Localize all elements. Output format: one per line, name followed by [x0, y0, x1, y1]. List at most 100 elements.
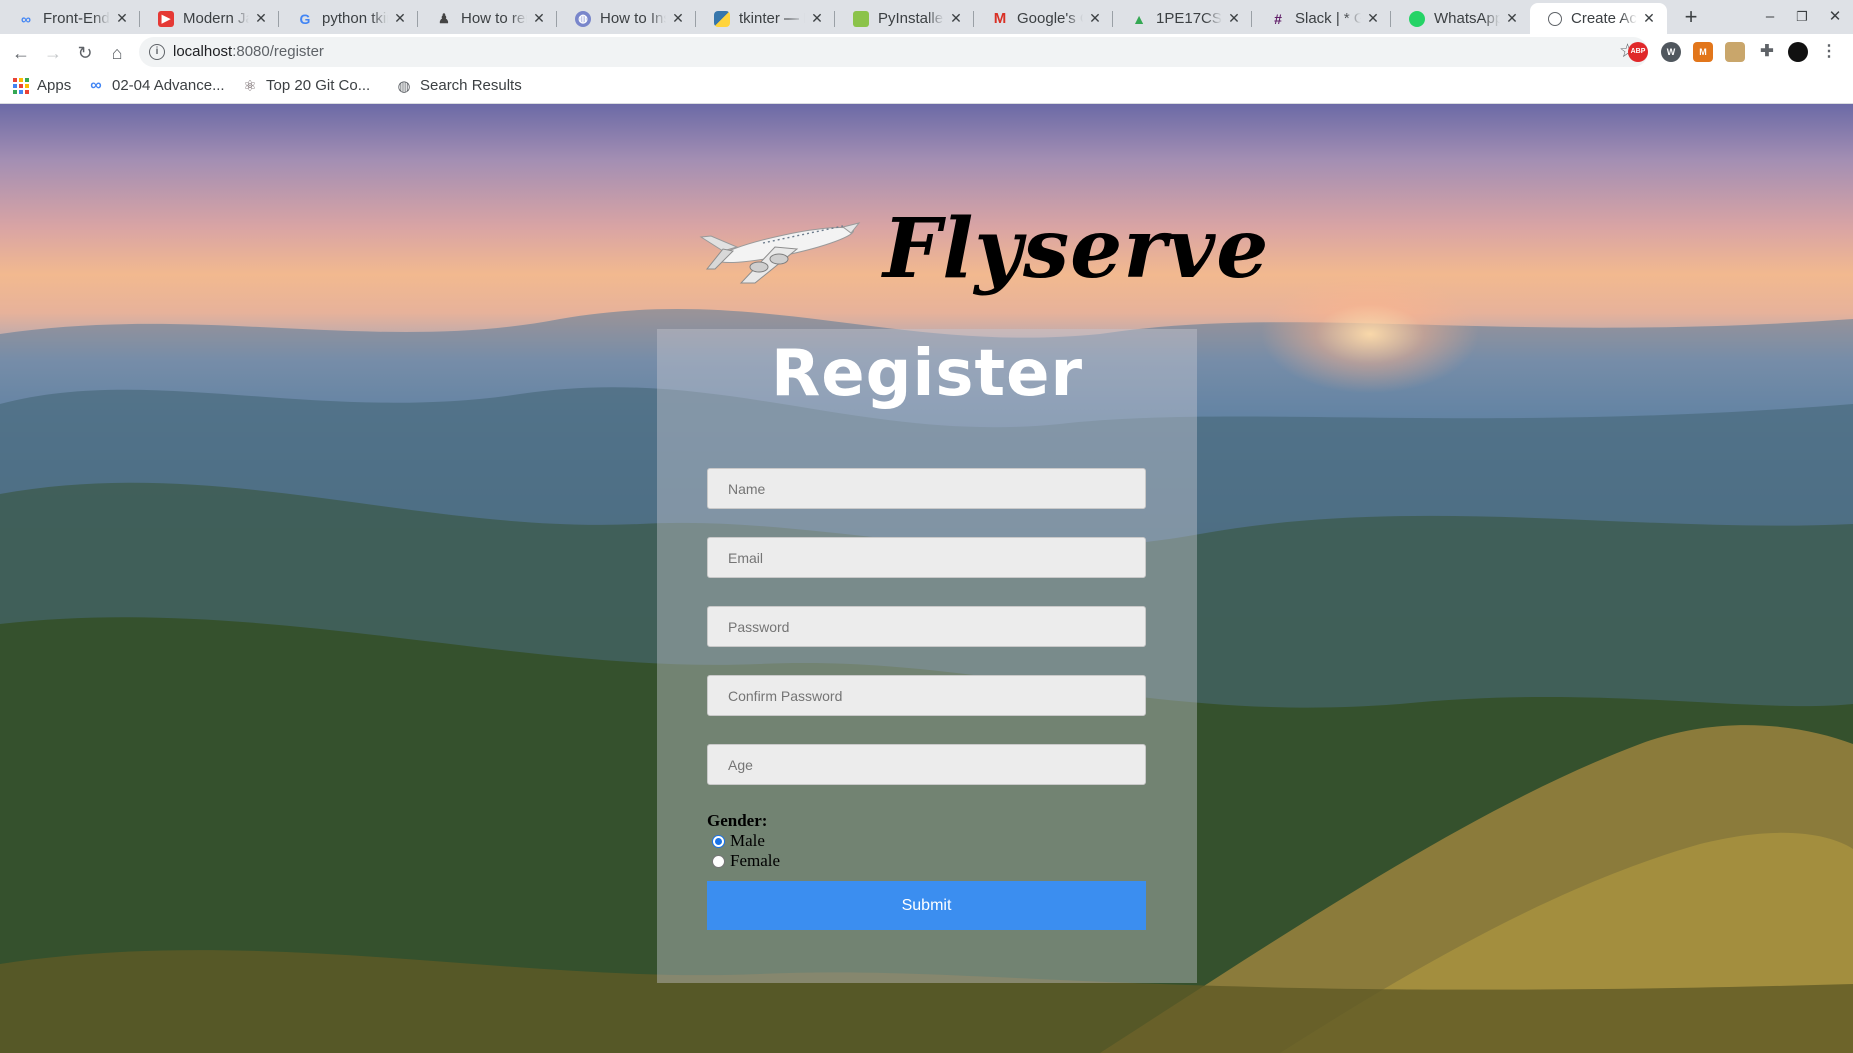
tab-title: How to Install [600, 10, 666, 27]
apps-grid-icon [13, 77, 29, 94]
close-icon[interactable]: ✕ [1641, 10, 1657, 27]
globe-icon: ◍ [575, 10, 591, 27]
info-icon[interactable]: i [149, 44, 165, 60]
bookmark-item[interactable]: ∞ 02-04 Advance... [88, 76, 225, 95]
gender-group: Gender: Male Female [707, 811, 780, 871]
register-form: Register Gender: Male Female Submit [657, 329, 1197, 983]
tab-title: tkinter — Python [739, 10, 805, 27]
tab-title: Front-End Deve [43, 10, 110, 27]
close-icon[interactable]: ✕ [531, 10, 547, 27]
tab-strip: ∞ Front-End Deve ✕ ▶ Modern JavaScript ✕… [0, 0, 1853, 34]
tab[interactable]: ♟ How to remove ✕ [418, 3, 557, 34]
tab-title: Modern JavaScript [183, 10, 249, 27]
profile-avatar-icon[interactable] [1788, 42, 1808, 62]
globe-icon [1548, 11, 1562, 26]
infinity-icon: ∞ [21, 10, 31, 27]
gender-option-female[interactable]: Female [707, 851, 780, 871]
url-text[interactable]: localhost:8080/register [173, 43, 324, 60]
confirm-password-input[interactable] [707, 675, 1146, 716]
tab[interactable]: ▲ 1PE17CS024 ✕ [1113, 3, 1252, 34]
bookmark-label: Top 20 Git Co... [266, 77, 371, 94]
close-icon[interactable]: ✕ [670, 10, 686, 27]
address-bar[interactable]: i localhost:8080/register ☆ [139, 37, 1648, 67]
menu-kebab-icon[interactable]: ⋮ [1819, 42, 1839, 62]
back-button[interactable]: ← [8, 40, 34, 66]
tab[interactable]: G python tkinter ✕ [279, 3, 418, 34]
tab[interactable]: ∞ Front-End Deve ✕ [0, 3, 140, 34]
tab[interactable]: ▶ Modern JavaScript ✕ [140, 3, 279, 34]
reload-button[interactable]: ↻ [72, 40, 98, 66]
close-icon[interactable]: ✕ [948, 10, 964, 27]
tab-title: How to remove [461, 10, 527, 27]
bookmark-item[interactable]: ◍ Search Results [396, 77, 522, 95]
sun-glow [1260, 274, 1480, 394]
age-input[interactable] [707, 744, 1146, 785]
airplane-icon [699, 222, 861, 284]
email-input[interactable] [707, 537, 1146, 578]
tab-active[interactable]: Create Account ✕ [1530, 3, 1667, 34]
close-window-button[interactable]: ✕ [1820, 6, 1850, 28]
close-icon[interactable]: ✕ [1365, 10, 1381, 27]
tab[interactable]: PyInstaller ✕ [835, 3, 974, 34]
python-icon [714, 10, 730, 27]
tab-title: Create Account [1571, 10, 1637, 27]
tab[interactable]: M Google's Cloud ✕ [974, 3, 1113, 34]
tab[interactable]: # Slack | * General ✕ [1252, 3, 1391, 34]
close-icon[interactable]: ✕ [253, 10, 269, 27]
infinity-icon: ∞ [90, 76, 102, 94]
page-title: Register [770, 337, 1084, 411]
gmail-icon: M [993, 10, 1007, 27]
new-tab-button[interactable]: + [1677, 5, 1705, 29]
close-icon[interactable]: ✕ [114, 10, 130, 27]
close-icon[interactable]: ✕ [1504, 10, 1520, 27]
home-button[interactable]: ⌂ [104, 40, 130, 66]
close-icon[interactable]: ✕ [1226, 10, 1242, 27]
gender-label: Gender: [707, 811, 768, 830]
tab[interactable]: ◍ How to Install ✕ [557, 3, 696, 34]
submit-button[interactable]: Submit [707, 881, 1146, 930]
close-icon[interactable]: ✕ [809, 10, 825, 27]
tab-title: 1PE17CS024 [1156, 10, 1222, 27]
browser-toolbar: ← → ↻ ⌂ i localhost:8080/register ☆ ABP … [0, 34, 1853, 70]
bookmark-label: Apps [37, 77, 72, 94]
radio-male[interactable] [712, 834, 725, 848]
bookmark-label: 02-04 Advance... [112, 77, 225, 94]
slack-icon: # [1274, 10, 1282, 27]
wordpress-icon[interactable]: W [1661, 42, 1681, 62]
tab[interactable]: tkinter — Python ✕ [696, 3, 835, 34]
url-host: localhost [173, 43, 233, 60]
page-viewport: Flyserve Register Gender: Male Female Su… [0, 104, 1853, 1053]
google-icon: G [299, 10, 311, 27]
bookmark-item[interactable]: ⚛ Top 20 Git Co... [242, 77, 371, 95]
youtube-icon: ▶ [158, 10, 174, 27]
puzzle-icon[interactable]: ✚ [1757, 42, 1777, 62]
tab[interactable]: WhatsApp ✕ [1391, 3, 1530, 34]
password-input[interactable] [707, 606, 1146, 647]
pyinstaller-icon [853, 10, 869, 27]
gender-option-male[interactable]: Male [707, 831, 780, 851]
restore-button[interactable]: ❐ [1787, 6, 1817, 28]
tab-title: WhatsApp [1434, 10, 1500, 27]
radio-label: Male [730, 831, 765, 850]
tab-title: Slack | * General [1295, 10, 1361, 27]
radio-label: Female [730, 851, 781, 870]
radio-female[interactable] [712, 854, 725, 868]
brand-name: Flyserve [883, 201, 1270, 297]
bookmarks-bar: Apps ∞ 02-04 Advance... ⚛ Top 20 Git Co.… [0, 70, 1853, 104]
tab-title: PyInstaller [878, 10, 944, 27]
close-icon[interactable]: ✕ [1087, 10, 1103, 27]
tab-title: python tkinter [322, 10, 388, 27]
minimize-button[interactable]: – [1755, 6, 1785, 28]
bookmark-apps[interactable]: Apps [13, 77, 71, 94]
name-input[interactable] [707, 468, 1146, 509]
extension-box-icon[interactable] [1725, 42, 1745, 62]
forward-button[interactable]: → [40, 40, 66, 66]
drive-icon: ▲ [1132, 10, 1146, 27]
globe-icon: ◍ [397, 77, 411, 95]
linux-icon: ♟ [438, 10, 450, 26]
adblock-icon[interactable]: ABP [1628, 42, 1648, 62]
bookmark-label: Search Results [420, 77, 522, 94]
close-icon[interactable]: ✕ [392, 10, 408, 27]
tab-title: Google's Cloud [1017, 10, 1083, 27]
metamask-icon[interactable]: M [1693, 42, 1713, 62]
